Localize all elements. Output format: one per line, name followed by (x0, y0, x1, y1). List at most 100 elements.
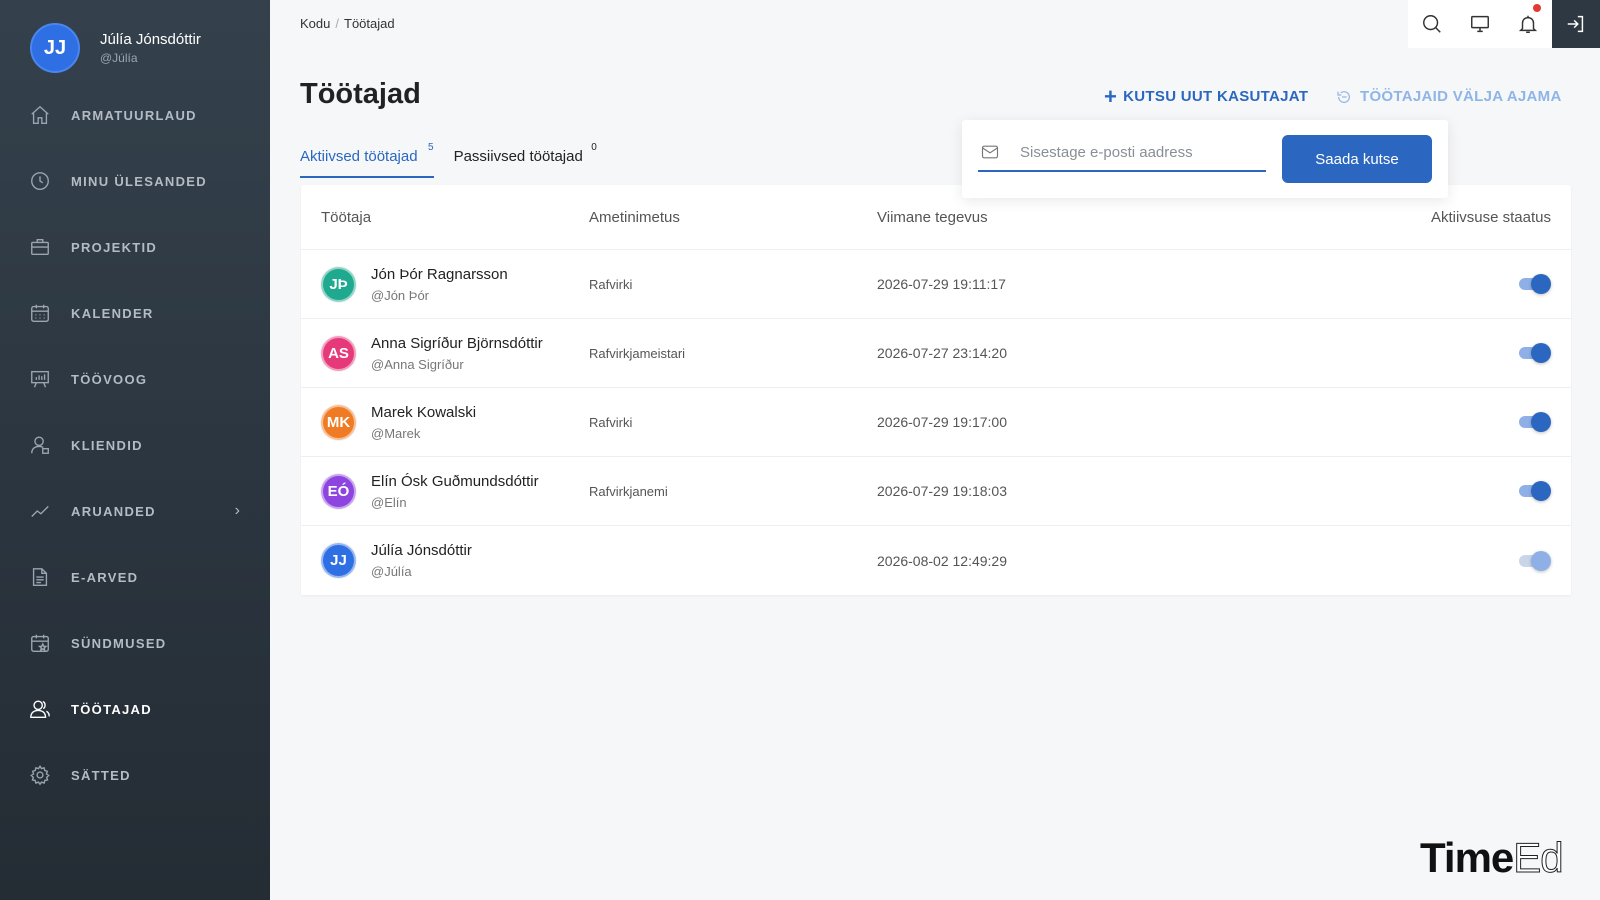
column-header-last-activity[interactable]: Viimane tegevus (877, 209, 1277, 226)
sidebar-item-workflow[interactable]: TÖÖVOOG (0, 346, 270, 412)
plus-icon: + (1104, 83, 1118, 109)
column-header-job-title[interactable]: Ametinimetus (589, 209, 877, 226)
tab-label: Aktiivsed töötajad (300, 148, 418, 165)
sidebar-item-label: KLIENDID (71, 437, 143, 453)
breadcrumb-home-link[interactable]: Kodu (300, 16, 330, 31)
avatar: JJ (321, 543, 356, 578)
sidebar: JJ Júlía Jónsdóttir @Júlía ARMATUURLAUD … (0, 0, 270, 900)
column-header-employee[interactable]: Töötaja (301, 209, 589, 226)
activity-status-toggle[interactable] (1519, 342, 1551, 364)
calendar-icon (31, 304, 49, 322)
breadcrumb-current: Töötajad (344, 16, 395, 31)
activity-status-toggle[interactable] (1519, 550, 1551, 572)
brand-logo-part: Time (1420, 834, 1514, 881)
user-name: Júlía Jónsdóttir (100, 31, 201, 48)
search-icon (1423, 15, 1441, 33)
sidebar-nav: ARMATUURLAUD MINU ÜLESANDED PROJEKTID KA… (0, 82, 270, 808)
sidebar-item-events[interactable]: SÜNDMUSED (0, 610, 270, 676)
employee-handle: @Elín (371, 494, 407, 510)
briefcase-icon (31, 238, 49, 256)
breadcrumb-separator: / (335, 16, 339, 31)
sidebar-item-reports[interactable]: ARUANDED › (0, 478, 270, 544)
undo-logout-icon (1337, 90, 1350, 103)
sidebar-item-employees[interactable]: TÖÖTAJAD (0, 676, 270, 742)
document-icon (32, 568, 48, 586)
employee-name[interactable]: Júlía Jónsdóttir (371, 542, 472, 559)
logout-all-label: TÖÖTAJAID VÄLJA AJAMA (1360, 88, 1562, 105)
search-button[interactable] (1408, 0, 1456, 48)
employees-table: Töötaja Ametinimetus Viimane tegevus Akt… (301, 185, 1571, 595)
sidebar-item-my-tasks[interactable]: MINU ÜLESANDED (0, 148, 270, 214)
user-handle: @Júlía (100, 51, 138, 65)
sidebar-item-label: MINU ÜLESANDED (71, 173, 207, 189)
activity-status-toggle[interactable] (1519, 411, 1551, 433)
employee-name[interactable]: Anna Sigríður Björnsdóttir (371, 335, 543, 352)
breadcrumb: Kodu / Töötajad (300, 16, 395, 31)
employee-name[interactable]: Jón Þór Ragnarsson (371, 266, 508, 283)
screen-button[interactable] (1456, 0, 1504, 48)
last-activity: 2026-07-29 19:18:03 (877, 483, 1007, 499)
page-title: Töötajad (300, 78, 421, 110)
user-profile[interactable]: JJ Júlía Jónsdóttir @Júlía (30, 23, 201, 73)
sidebar-item-settings[interactable]: SÄTTED (0, 742, 270, 808)
activity-status-toggle[interactable] (1519, 480, 1551, 502)
logout-button[interactable] (1552, 0, 1600, 48)
calendar-star-icon (31, 634, 49, 652)
clock-icon (31, 172, 49, 190)
employee-name[interactable]: Elín Ósk Guðmundsdóttir (371, 473, 539, 490)
sidebar-item-label: ARMATUURLAUD (71, 107, 197, 123)
sidebar-item-label: TÖÖVOOG (71, 371, 148, 387)
avatar: EÓ (321, 473, 356, 509)
avatar: JÞ (321, 266, 356, 302)
sidebar-item-calendar[interactable]: KALENDER (0, 280, 270, 346)
tab-label: Passiivsed töötajad (453, 148, 583, 165)
employee-handle: @Anna Sigríður (371, 356, 464, 372)
logout-all-employees-button[interactable]: TÖÖTAJAID VÄLJA AJAMA (1336, 88, 1562, 105)
activity-status-toggle[interactable] (1519, 273, 1551, 295)
trend-line-icon (31, 505, 49, 517)
send-invite-button[interactable]: Saada kutse (1282, 135, 1432, 183)
notifications-button[interactable] (1504, 0, 1552, 48)
sidebar-item-clients[interactable]: KLIENDID (0, 412, 270, 478)
brand-logo: TimeEd (1420, 834, 1564, 882)
brand-logo-part: Ed (1513, 834, 1564, 882)
invite-popover: Saada kutse (962, 120, 1448, 198)
monitor-icon (1471, 15, 1489, 33)
email-field[interactable] (1020, 143, 1260, 161)
tab-active-employees[interactable]: Aktiivsed töötajad 5 (300, 142, 434, 178)
presentation-board-icon (31, 370, 49, 388)
table-row[interactable]: JJ Júlía Jónsdóttir @Júlía 2026-08-02 12… (301, 526, 1571, 595)
table-row[interactable]: EÓ Elín Ósk Guðmundsdóttir @Elín Rafvirk… (301, 457, 1571, 526)
logout-icon (1567, 15, 1584, 33)
sidebar-item-label: SÜNDMUSED (71, 635, 167, 651)
job-title: Rafvirki (589, 414, 633, 430)
sidebar-item-e-invoices[interactable]: E-ARVED (0, 544, 270, 610)
gear-icon (30, 765, 50, 786)
table-row[interactable]: MK Marek Kowalski @Marek Rafvirki 2026-0… (301, 388, 1571, 457)
notification-dot (1533, 4, 1541, 12)
invite-user-label: KUTSU UUT KASUTAJAT (1123, 88, 1309, 105)
sidebar-item-projects[interactable]: PROJEKTID (0, 214, 270, 280)
table-row[interactable]: AS Anna Sigríður Björnsdóttir @Anna Sigr… (301, 319, 1571, 388)
home-icon (31, 105, 49, 124)
job-title: Rafvirkjameistari (589, 345, 686, 361)
job-title: Rafvirki (589, 276, 633, 292)
column-header-activity-status[interactable]: Aktiivsuse staatus (1277, 209, 1571, 226)
table-row[interactable]: JÞ Jón Þór Ragnarsson @Jón Þór Rafvirki … (301, 250, 1571, 319)
employee-handle: @Jón Þór (371, 287, 429, 303)
sidebar-item-label: SÄTTED (71, 767, 131, 783)
employee-name[interactable]: Marek Kowalski (371, 404, 476, 421)
sidebar-item-label: ARUANDED (71, 503, 156, 519)
last-activity: 2026-07-29 19:11:17 (877, 276, 1006, 292)
tab-passive-employees[interactable]: Passiivsed töötajad 0 (453, 142, 597, 178)
avatar: AS (321, 335, 356, 371)
invite-user-button[interactable]: + KUTSU UUT KASUTAJAT (1104, 83, 1309, 109)
email-field-wrapper (978, 134, 1266, 172)
sidebar-item-label: KALENDER (71, 305, 154, 321)
sidebar-item-dashboard[interactable]: ARMATUURLAUD (0, 82, 270, 148)
tab-count: 5 (428, 142, 434, 153)
last-activity: 2026-07-29 19:17:00 (877, 414, 1007, 430)
top-toolbar (1408, 0, 1600, 48)
last-activity: 2026-07-27 23:14:20 (877, 345, 1007, 361)
users-icon (30, 700, 50, 718)
